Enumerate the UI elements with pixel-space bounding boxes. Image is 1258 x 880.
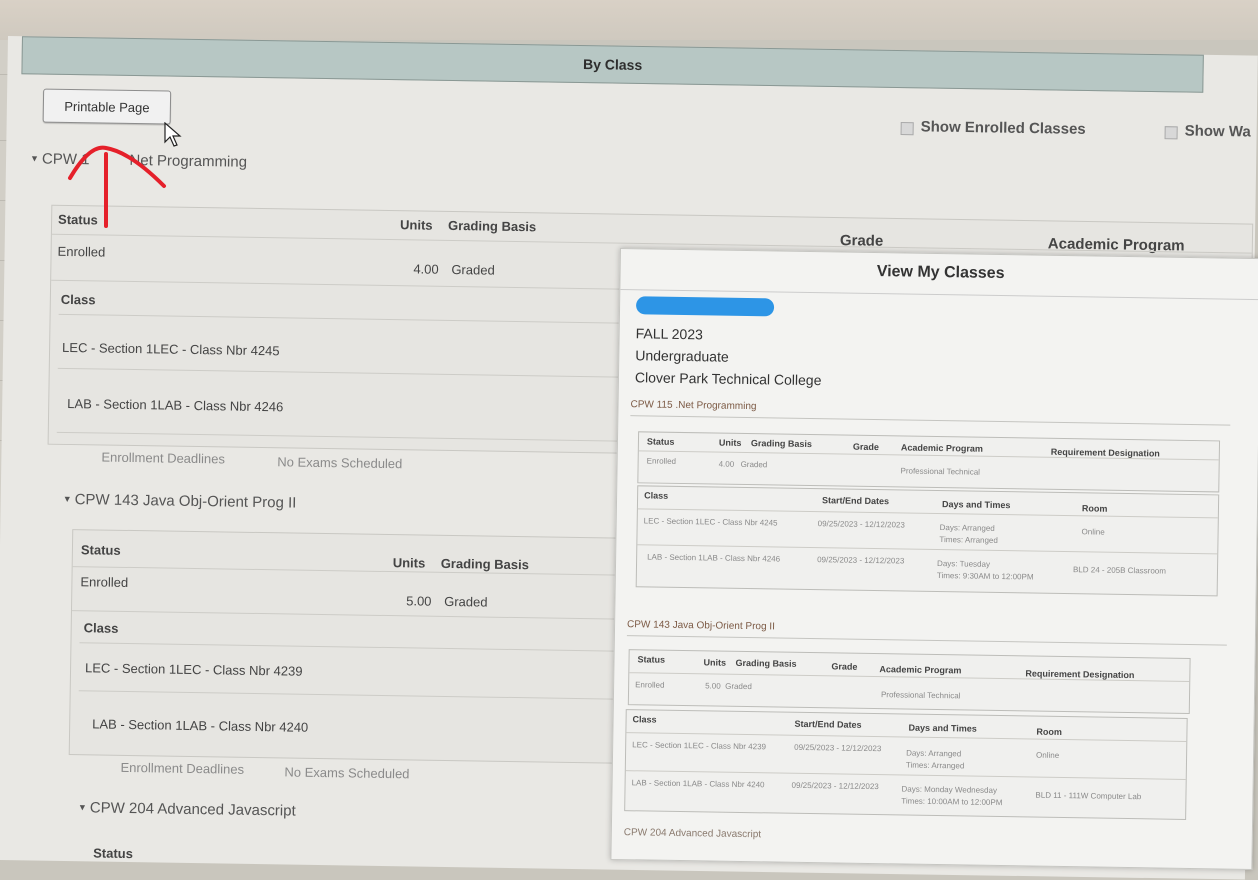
popup-course-title: CPW 143 Java Obj-Orient Prog II <box>626 619 775 633</box>
status-value: Enrolled <box>80 574 129 590</box>
units-value: 5.00 <box>406 593 432 609</box>
class-header: Class <box>83 620 119 636</box>
redacted-name <box>635 296 775 317</box>
grading-basis-header: Grading Basis <box>440 555 530 573</box>
collapse-triangle-icon: ▼ <box>62 493 72 505</box>
collapse-triangle-icon: ▼ <box>30 153 40 164</box>
collapse-triangle-icon: ▼ <box>77 802 87 813</box>
institution-label: Clover Park Technical College <box>634 369 822 389</box>
page-header: By Class <box>21 36 1204 93</box>
page-title: By Class <box>582 56 643 73</box>
show-enrolled-label: Show Enrolled Classes <box>920 118 1086 138</box>
grading-basis-header: Grading Basis <box>447 217 537 235</box>
printable-page-button[interactable]: Printable Page <box>42 88 172 125</box>
popup-summary-table: Status Units Grading Basis Grade Academi… <box>637 431 1221 493</box>
popup-summary-table: Status Units Grading Basis Grade Academi… <box>627 649 1191 715</box>
popup-class-table: Class Start/End Dates Days and Times Roo… <box>635 485 1220 597</box>
status-header: Status <box>80 542 121 558</box>
popup-class-table: Class Start/End Dates Days and Times Roo… <box>624 709 1188 820</box>
show-waitlisted-checkbox[interactable] <box>1164 126 1178 140</box>
term-label: FALL 2023 <box>635 325 703 343</box>
mouse-cursor-icon <box>164 122 182 147</box>
section-link[interactable]: LEC - Section 1LEC - Class Nbr 4239 <box>85 660 303 678</box>
grading-value: Graded <box>444 593 488 610</box>
exams-status: No Exams Scheduled <box>277 454 403 472</box>
enrollment-deadlines-link[interactable]: Enrollment Deadlines <box>120 760 244 777</box>
popup-course-title: CPW 115 .Net Programming <box>630 399 757 413</box>
popup-course-title: CPW 204 Advanced Javascript <box>623 827 762 841</box>
grading-value: Graded <box>451 261 495 278</box>
course-title-cpw143[interactable]: ▼ CPW 143 Java Obj-Orient Prog II <box>62 491 297 511</box>
enrollment-deadlines-link[interactable]: Enrollment Deadlines <box>101 450 225 467</box>
photo-background <box>0 0 1258 40</box>
course-title-cpw204[interactable]: ▼ CPW 204 Advanced Javascript <box>78 799 296 819</box>
view-my-classes-window: View My Classes FALL 2023 Undergraduate … <box>610 248 1258 871</box>
units-value: 4.00 <box>413 261 439 277</box>
show-enrolled-checkbox[interactable] <box>900 122 914 136</box>
section-link[interactable]: LAB - Section 1LAB - Class Nbr 4240 <box>92 716 308 734</box>
section-link[interactable]: LAB - Section 1LAB - Class Nbr 4246 <box>67 396 283 414</box>
exams-status: No Exams Scheduled <box>284 764 410 782</box>
units-header: Units <box>392 555 426 571</box>
career-label: Undergraduate <box>635 347 729 365</box>
show-waitlisted-label: Show Wa <box>1184 122 1251 141</box>
status-value: Enrolled <box>57 243 106 260</box>
section-link[interactable]: LEC - Section 1LEC - Class Nbr 4245 <box>62 340 280 358</box>
units-header: Units <box>399 217 433 233</box>
status-header: Status <box>93 845 134 862</box>
class-header: Class <box>60 291 96 308</box>
red-arrow-annotation <box>68 145 166 228</box>
popup-title: View My Classes <box>876 263 1005 283</box>
